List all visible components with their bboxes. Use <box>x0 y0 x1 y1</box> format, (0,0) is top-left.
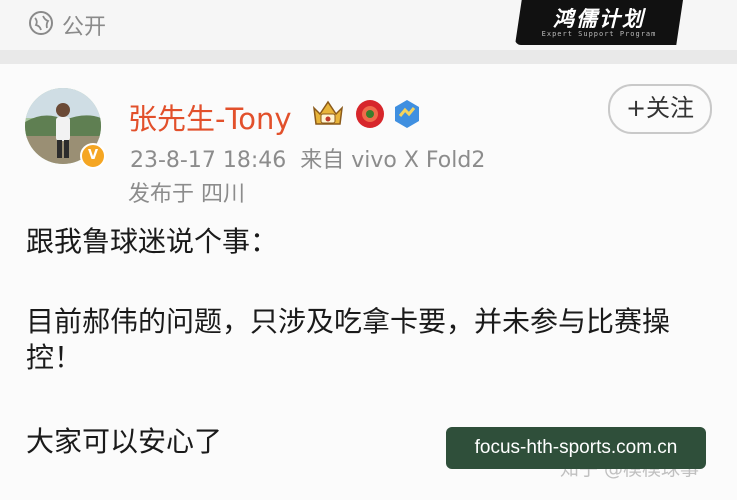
post-meta: 23-8-17 18:46 来自 vivo X Fold2 <box>130 142 485 174</box>
program-banner: 鸿儒计划 Expert Support Program <box>515 0 683 45</box>
post-line-2: 目前郝伟的问题，只涉及吃拿卡要，并未参与比赛操控！ <box>26 305 671 374</box>
red-flower-icon[interactable] <box>354 98 386 130</box>
post-source: 来自 vivo X Fold2 <box>300 148 486 173</box>
crown-vip-icon[interactable] <box>310 98 346 130</box>
follow-button[interactable]: +关注 <box>608 84 712 134</box>
post-line-3: 大家可以安心了 <box>26 425 223 458</box>
visibility-label: 公开 <box>62 15 107 40</box>
blue-medal-icon[interactable] <box>392 98 422 130</box>
banner-title: 鸿儒计划 <box>553 7 645 31</box>
post-location: 发布于 四川 <box>128 182 245 207</box>
post-line-1: 跟我鲁球迷说个事： <box>26 225 279 258</box>
site-url-watermark[interactable]: focus-hth-sports.com.cn <box>446 427 706 469</box>
banner-subtitle: Expert Support Program <box>541 30 657 38</box>
verified-badge: V <box>80 143 106 169</box>
post-timestamp: 23-8-17 18:46 <box>130 148 287 173</box>
section-divider <box>0 50 737 64</box>
author-name[interactable]: 张先生-Tony <box>128 96 292 138</box>
globe-icon <box>29 11 53 35</box>
